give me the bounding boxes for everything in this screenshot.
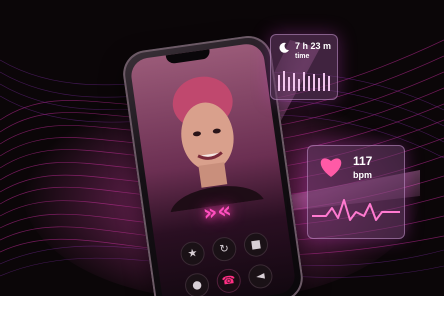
ecg-line [312,199,400,221]
microphone-icon: ● [191,277,203,292]
favorite-button[interactable]: ★ [179,240,207,268]
sleep-time-card: 7 h 23 m time [270,34,338,100]
caller-portrait [170,76,264,213]
video-camera-icon: ■ [249,237,262,252]
star-icon: ★ [186,245,199,261]
heart-icon [320,158,342,177]
phone-hangup-icon: ☎ [220,272,237,288]
sleep-label: time [295,53,310,60]
switch-camera-button[interactable]: ↻ [210,235,238,263]
mute-button[interactable]: ● [183,271,211,299]
hero-image: »« ★ ↻ ■ ● ☎ ◄ 7 h 23 m time 117 bpm [0,0,444,309]
sleep-bars-chart [278,71,330,91]
end-call-button[interactable]: ☎ [215,267,243,295]
moon-icon [279,42,289,53]
sleep-duration: 7 h 23 m [295,41,332,51]
heart-rate-value: 117 [353,154,373,168]
white-floor-strip [0,296,444,309]
switch-camera-icon: ↻ [218,241,230,256]
speaker-icon: ◄ [255,268,266,283]
brand-logo: »« [201,197,234,227]
heart-rate-card: 117 bpm [307,145,405,239]
speaker-button[interactable]: ◄ [246,262,274,290]
video-button[interactable]: ■ [242,231,270,259]
heart-rate-unit: bpm [353,170,372,180]
